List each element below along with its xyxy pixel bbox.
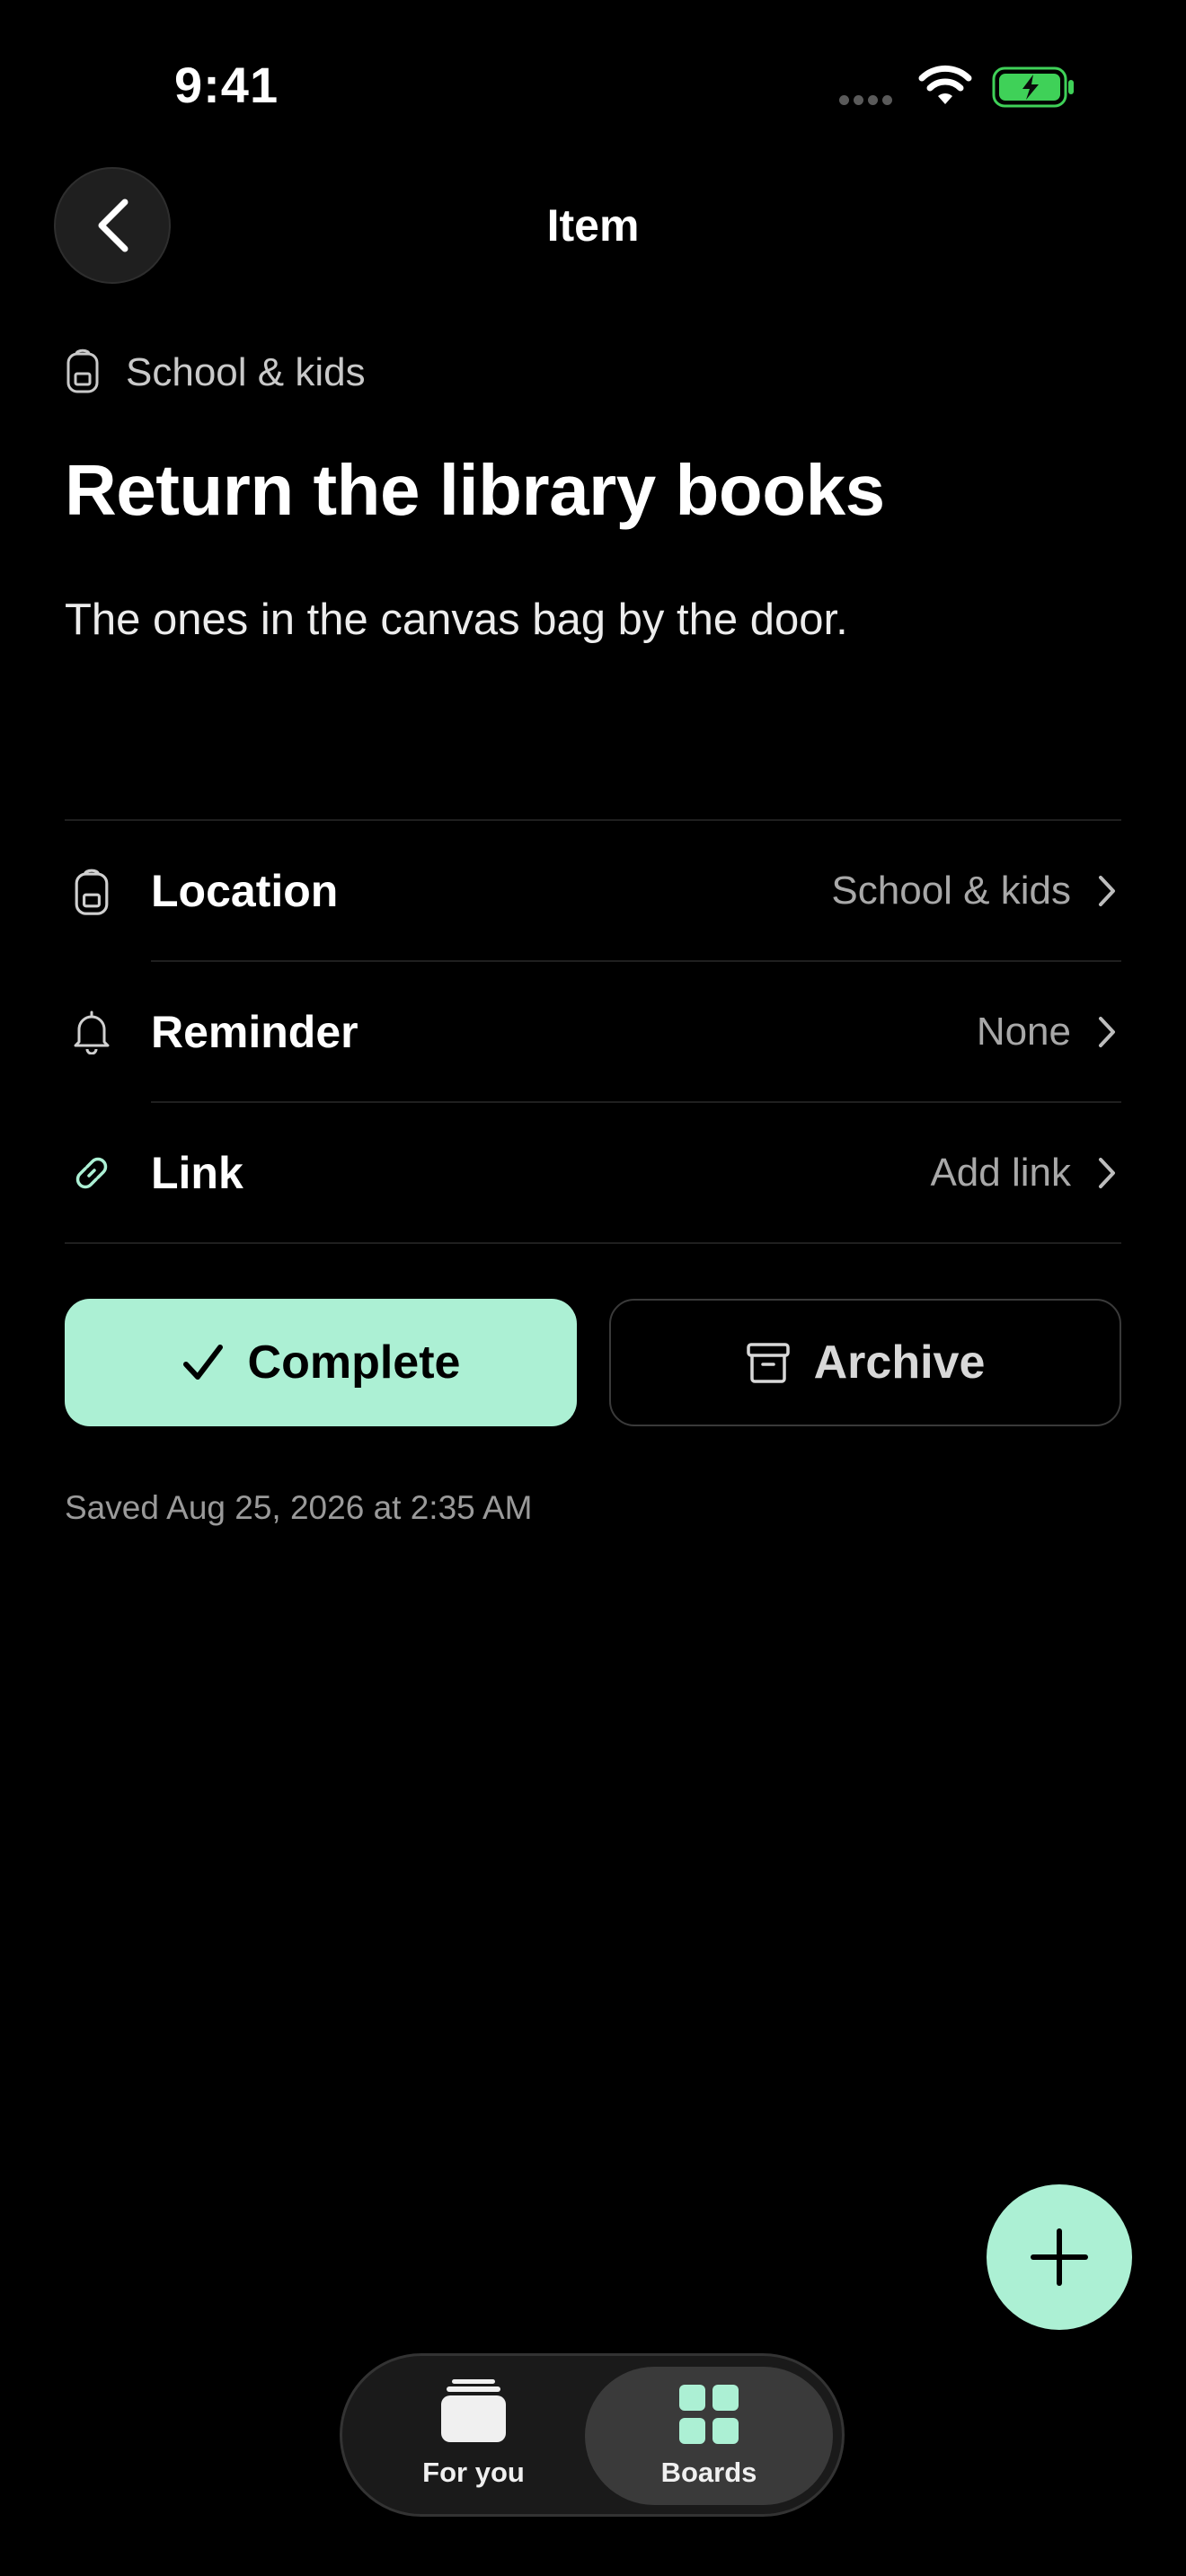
tab-boards[interactable]: Boards [585, 2367, 833, 2505]
archive-button[interactable]: Archive [609, 1299, 1121, 1426]
backpack-icon [65, 866, 119, 916]
category-label: School & kids [126, 349, 366, 394]
location-row[interactable]: Location School & kids [65, 821, 1121, 961]
archive-box-icon [746, 1343, 790, 1383]
reminder-value: None [976, 1010, 1071, 1054]
item-title[interactable]: Return the library books [65, 449, 885, 532]
link-icon [65, 1151, 119, 1195]
chevron-right-icon [1096, 874, 1121, 908]
grid-icon [679, 2385, 739, 2444]
tab-label: For you [422, 2457, 525, 2488]
plus-icon [1031, 2228, 1088, 2286]
divider [65, 1242, 1121, 1244]
stack-icon [441, 2379, 506, 2442]
saved-timestamp: Saved Aug 25, 2026 at 2:35 AM [65, 1489, 533, 1526]
link-value: Add link [930, 1151, 1071, 1195]
location-label: Location [151, 866, 339, 916]
reminder-label: Reminder [151, 1007, 358, 1057]
backpack-icon [65, 347, 101, 398]
tab-for-you[interactable]: For you [350, 2367, 597, 2505]
add-button[interactable] [987, 2184, 1132, 2330]
status-time: 9:41 [174, 57, 279, 113]
wifi-icon [918, 65, 972, 110]
bell-icon [65, 1010, 119, 1054]
reminder-row[interactable]: Reminder None [65, 962, 1121, 1102]
category-breadcrumb[interactable]: School & kids [65, 347, 366, 398]
tab-bar: For you Boards [340, 2353, 845, 2517]
item-description[interactable]: The ones in the canvas bag by the door. [65, 595, 848, 645]
tab-label: Boards [660, 2457, 757, 2488]
chevron-right-icon [1096, 1156, 1121, 1190]
page-title: Item [546, 200, 640, 251]
archive-label: Archive [813, 1337, 986, 1389]
chevron-right-icon [1096, 1015, 1121, 1049]
link-row[interactable]: Link Add link [65, 1103, 1121, 1243]
checkmark-icon [182, 1345, 223, 1380]
complete-button[interactable]: Complete [65, 1299, 577, 1426]
complete-label: Complete [247, 1337, 461, 1389]
link-label: Link [151, 1148, 243, 1198]
cellular-signal-icon [839, 93, 897, 110]
battery-icon [992, 66, 1076, 112]
location-value: School & kids [831, 869, 1071, 913]
